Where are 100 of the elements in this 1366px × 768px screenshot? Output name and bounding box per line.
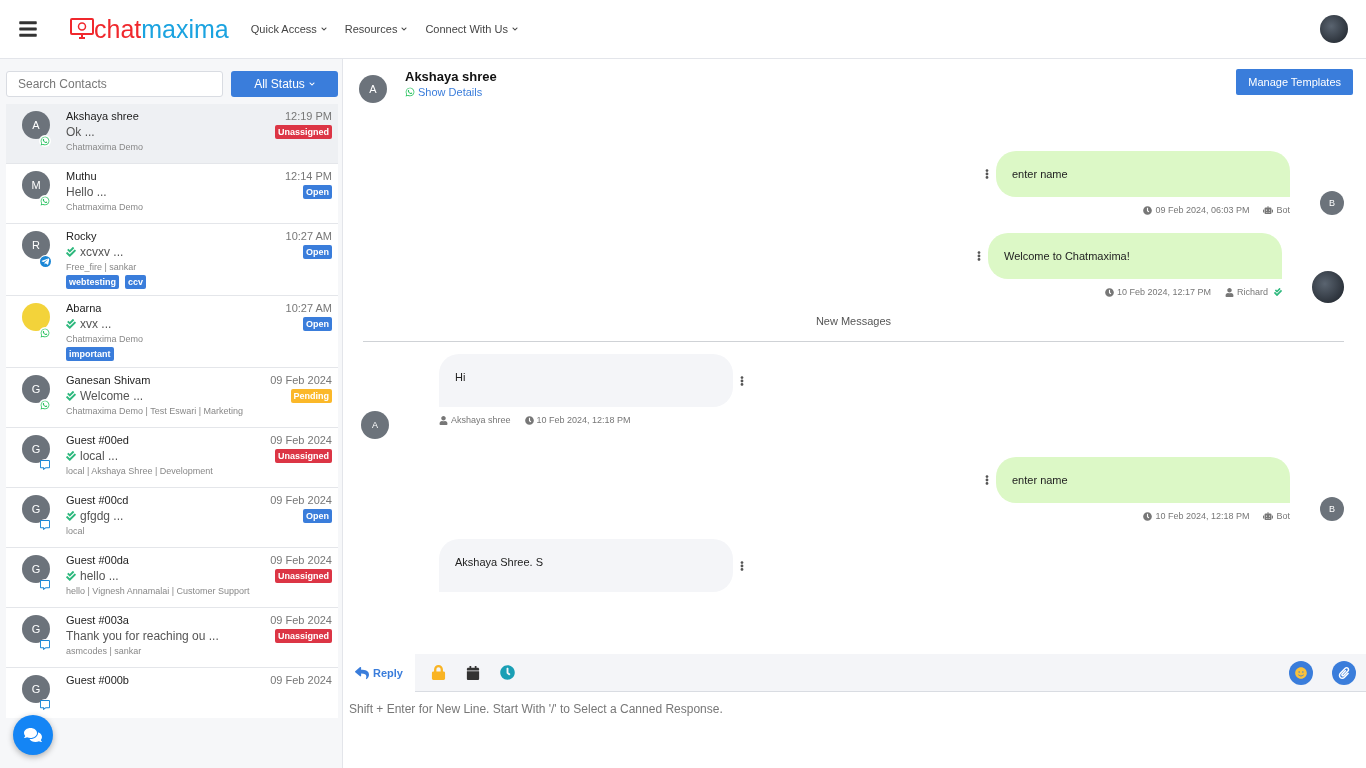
clock-icon <box>499 665 515 680</box>
contact-item[interactable]: A Akshaya shree Ok ... Chatmaxima Demo 12:19 PM Unassigned <box>6 104 338 164</box>
contact-item[interactable]: R Rocky xcvxv ... Free_fire | sankar webtesting ccv 10:27 AM Open <box>6 224 338 296</box>
message-sender: Bot <box>1276 511 1290 521</box>
tag: ccv <box>125 275 147 289</box>
contact-meta: local <box>66 526 86 536</box>
chat-bubble-icon <box>40 460 50 470</box>
manage-templates-button[interactable]: Manage Templates <box>1236 69 1353 95</box>
chat-bubble-icon <box>40 580 50 590</box>
contact-item[interactable]: G Guest #00cd gfgdg ... local 09 Feb 2024 Open <box>6 488 338 548</box>
contact-name: Guest #000b <box>66 674 130 686</box>
contact-meta: Chatmaxima Demo | Test Eswari | Marketing <box>66 406 245 416</box>
nav-label: Resources <box>344 23 398 35</box>
whatsapp-icon <box>405 87 415 97</box>
contact-item[interactable]: G Guest #00ed local ... local | Akshaya Shree | Development 09 Feb 2024 Unassigned <box>6 428 338 488</box>
reply-tab[interactable]: Reply <box>343 653 415 692</box>
message-preview: hello ... <box>80 569 119 583</box>
message-bubble: enter name <box>996 151 1290 197</box>
status-badge: Open <box>303 245 332 259</box>
contact-item[interactable]: G Guest #00da hello ... hello | Vignesh Annamalai | Customer Support 09 Feb 2024 Unassigned <box>6 548 338 608</box>
contact-item[interactable]: Abarna xvx ... Chatmaxima Demo important 10:27 AM Open <box>6 296 338 368</box>
telegram-icon <box>40 256 51 267</box>
message-preview: local ... <box>80 449 118 463</box>
contact-name: Guest #00cd <box>66 494 130 506</box>
chat-bubbles-icon <box>24 726 42 744</box>
chat-button[interactable] <box>13 715 53 755</box>
avatar-picture <box>22 303 50 331</box>
contact-meta: Chatmaxima Demo <box>66 202 145 212</box>
contact-meta: asmcodes | sankar <box>66 646 143 656</box>
message-preview: xvx ... <box>80 317 112 331</box>
user-avatar[interactable] <box>1320 15 1348 43</box>
contact-meta: Chatmaxima Demo <box>66 142 145 152</box>
chevron-down-icon <box>320 26 327 32</box>
robot-icon <box>1263 205 1274 215</box>
clock-icon <box>524 415 534 425</box>
contact-name: Rocky <box>66 230 98 242</box>
status-badge: Open <box>303 509 332 523</box>
contact-item[interactable]: G Guest #003a Thank you for reaching ou ... asmcodes | sankar 09 Feb 2024 Unassigned <box>6 608 338 668</box>
contact-meta: Free_fire | sankar <box>66 262 138 272</box>
contact-item[interactable]: G Guest #000b 09 Feb 2024 <box>6 668 338 718</box>
new-messages-label: New Messages <box>815 315 892 327</box>
message-time: 10 Feb 2024, 12:18 PM <box>536 415 631 425</box>
message-bubble: Hi <box>439 354 733 407</box>
message-preview: Hello ... <box>66 185 107 199</box>
contact-name: Akshaya shree <box>66 110 140 122</box>
avatar: G <box>22 435 50 463</box>
status-badge: Open <box>303 185 332 199</box>
contact-time: 09 Feb 2024 <box>270 434 332 446</box>
contact-name: Guest #003a <box>66 614 130 626</box>
avatar: B <box>1320 497 1344 521</box>
status-badge: Unassigned <box>275 449 332 463</box>
search-field[interactable]: Search Contacts <box>6 71 223 97</box>
message-bubble: enter name <box>996 457 1290 503</box>
status-badge: Open <box>303 317 332 331</box>
message-preview: gfgdg ... <box>80 509 124 523</box>
calendar-icon <box>465 665 480 680</box>
menu-icon[interactable] <box>18 19 38 39</box>
user-icon <box>439 415 448 425</box>
avatar: A <box>361 411 389 439</box>
status-badge: Pending <box>290 389 332 403</box>
contact-meta: Chatmaxima Demo <box>66 334 145 344</box>
clock-icon <box>1143 205 1153 215</box>
attach-button[interactable] <box>1332 660 1356 685</box>
paperclip-icon <box>1338 666 1350 679</box>
nav-menu-link[interactable]: Resources <box>344 23 408 35</box>
tag: important <box>66 347 114 361</box>
whatsapp-icon <box>40 400 50 410</box>
chat-bubble-icon <box>40 640 50 650</box>
whatsapp-icon <box>40 136 50 146</box>
message-preview: Thank you for reaching ou ... <box>66 629 219 643</box>
message-sender: Richard <box>1237 287 1268 297</box>
contact-item[interactable]: M Muthu Hello ... Chatmaxima Demo 12:14 PM Open <box>6 164 338 224</box>
emoji-button[interactable] <box>1289 660 1313 685</box>
show-details-link[interactable]: Show Details <box>405 86 497 98</box>
message-preview: Welcome ... <box>80 389 144 403</box>
message-preview: xcvxv ... <box>80 245 124 259</box>
avatar: G <box>22 675 50 703</box>
status-badge: Unassigned <box>275 569 332 583</box>
avatar-photo <box>1312 271 1344 303</box>
monitor-logo-icon <box>70 18 94 40</box>
avatar: A <box>359 75 387 103</box>
message-sender: Akshaya shree <box>451 415 511 425</box>
contact-time: 10:27 AM <box>285 302 332 314</box>
contact-time: 09 Feb 2024 <box>270 374 332 386</box>
status-filter-button[interactable]: All Status <box>231 71 338 97</box>
reply-icon <box>355 665 369 680</box>
avatar: B <box>1320 191 1344 215</box>
message-bubble: Akshaya Shree. S <box>439 539 733 592</box>
contact-name: Ganesan Shivam <box>66 374 152 386</box>
avatar: A <box>22 111 50 139</box>
contact-time: 09 Feb 2024 <box>270 494 332 506</box>
clock-icon <box>1143 511 1153 521</box>
contact-meta: local | Akshaya Shree | Development <box>66 466 214 476</box>
logo-text: maxima <box>141 14 229 44</box>
contact-item[interactable]: G Ganesan Shivam Welcome ... Chatmaxima Demo | Test Eswari | Marketing 09 Feb 2024 Pending <box>6 368 338 428</box>
contact-meta: hello | Vignesh Annamalai | Customer Support <box>66 586 251 596</box>
chat-bubble-icon <box>40 520 50 530</box>
contact-name: Muthu <box>66 170 98 182</box>
contact-name: Akshaya shree <box>405 69 497 84</box>
chat-bubble-icon <box>40 700 50 710</box>
